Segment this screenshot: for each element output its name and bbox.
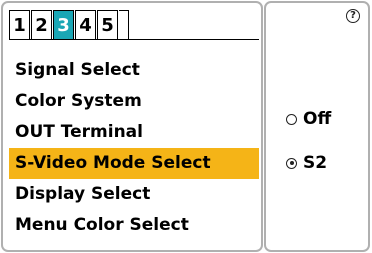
menu-item-menu-color-select[interactable]: Menu Color Select: [9, 210, 259, 241]
tab-bar: 1 2 3 4 5: [9, 10, 129, 39]
tab-1[interactable]: 1: [9, 10, 30, 39]
tab-bar-end: [119, 10, 129, 39]
option-off-label: Off: [303, 109, 332, 129]
option-list: Off S2: [286, 97, 331, 185]
menu-panel: 1 2 3 4 5 Signal Select Color System OUT…: [1, 1, 263, 252]
radio-s2-icon[interactable]: [286, 157, 297, 169]
menu-item-color-system[interactable]: Color System: [9, 86, 259, 117]
menu-item-s-video-mode-select[interactable]: S-Video Mode Select: [9, 148, 259, 179]
option-off[interactable]: Off: [286, 97, 331, 141]
option-s2[interactable]: S2: [286, 141, 331, 185]
menu-item-display-select[interactable]: Display Select: [9, 179, 259, 210]
menu-item-out-terminal[interactable]: OUT Terminal: [9, 117, 259, 148]
tab-divider: [9, 39, 259, 40]
help-icon[interactable]: ?: [346, 9, 360, 23]
menu-item-signal-select[interactable]: Signal Select: [9, 55, 259, 86]
menu-list: Signal Select Color System OUT Terminal …: [9, 55, 259, 241]
tab-5[interactable]: 5: [97, 10, 118, 39]
tab-2[interactable]: 2: [31, 10, 52, 39]
tab-4[interactable]: 4: [75, 10, 96, 39]
option-s2-label: S2: [303, 153, 328, 173]
options-panel: ? Off S2: [264, 1, 370, 252]
tab-3[interactable]: 3: [53, 10, 74, 39]
radio-off-icon[interactable]: [286, 113, 297, 125]
